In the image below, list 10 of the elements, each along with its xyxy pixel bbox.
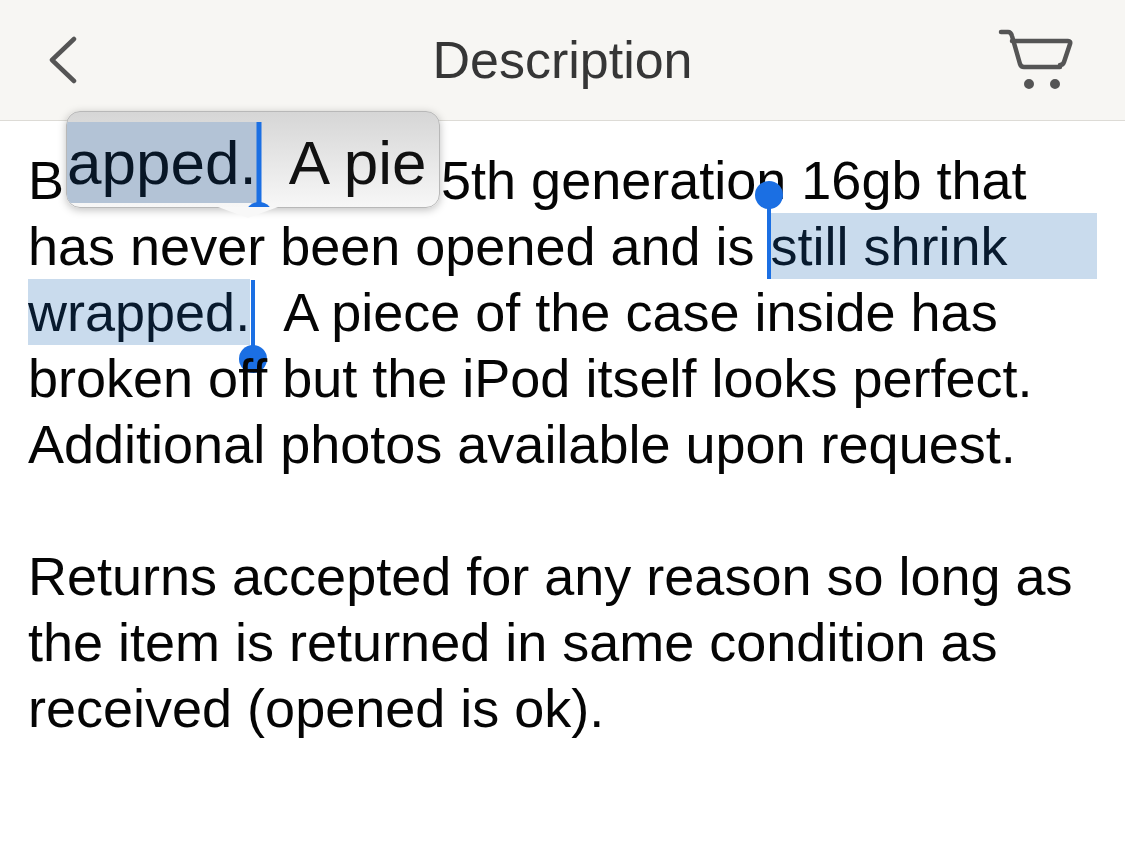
selected-text: wrapped. — [28, 279, 251, 345]
description-text: B — [28, 154, 65, 206]
chevron-left-icon — [47, 36, 77, 84]
description-text: the item is returned in same condition as — [28, 616, 998, 668]
loupe-pointer — [218, 207, 278, 218]
selected-text: still shrink — [770, 213, 1097, 279]
shopping-cart-icon — [998, 28, 1074, 92]
magnified-selected-text: apped. — [67, 122, 257, 203]
magnified-text: A pie — [288, 127, 427, 199]
page-title: Description — [432, 30, 693, 90]
